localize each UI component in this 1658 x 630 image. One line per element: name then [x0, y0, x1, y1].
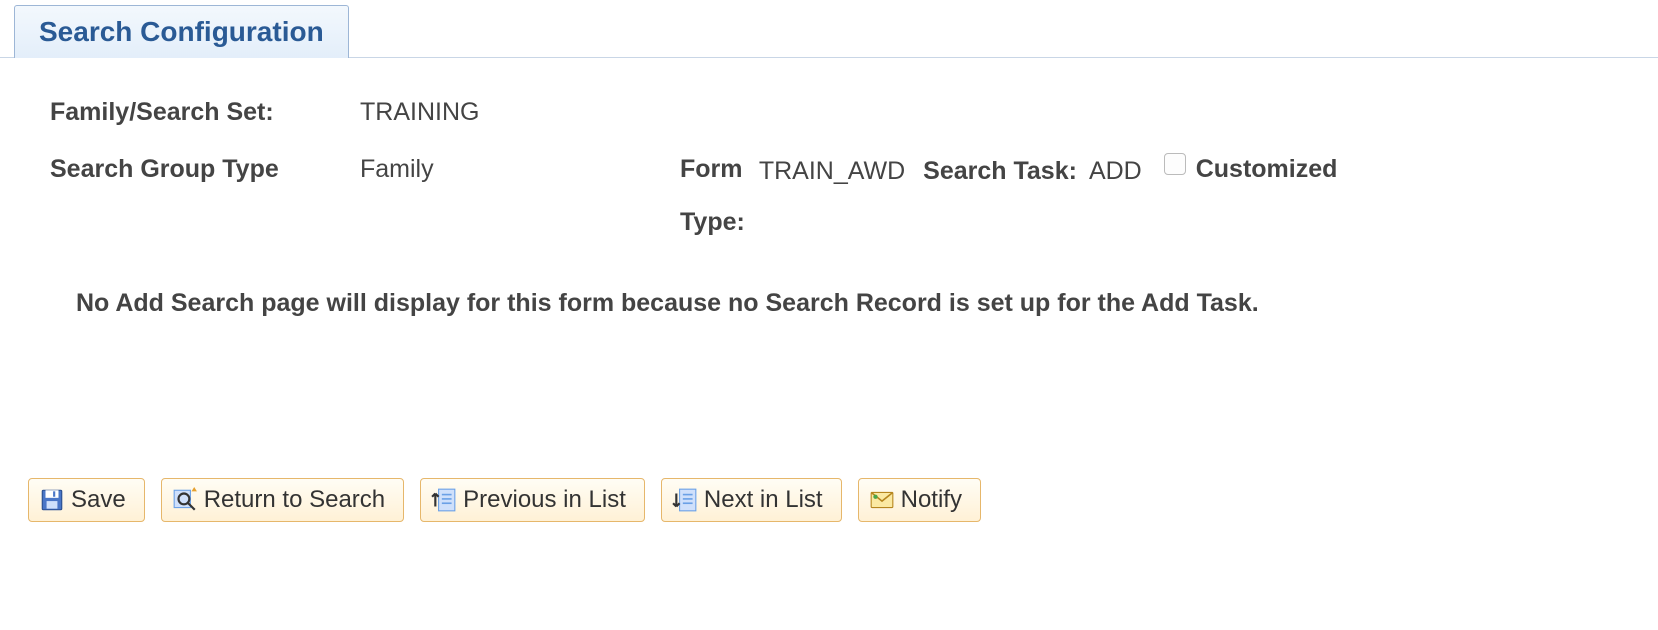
- return-to-search-button[interactable]: Return to Search: [161, 478, 404, 522]
- tab-search-configuration[interactable]: Search Configuration: [14, 5, 349, 58]
- return-to-search-label: Return to Search: [204, 486, 385, 514]
- toolbar: Save Return to Search Previous in List N…: [0, 478, 1658, 522]
- tab-row: Search Configuration: [0, 0, 1658, 58]
- search-task-value: ADD: [1089, 155, 1142, 186]
- search-icon: [172, 487, 198, 513]
- next-list-icon: [672, 487, 698, 513]
- tab-label: Search Configuration: [39, 16, 324, 47]
- previous-in-list-label: Previous in List: [463, 486, 626, 514]
- form-type-value: TRAIN_AWD: [759, 155, 905, 186]
- previous-in-list-button[interactable]: Previous in List: [420, 478, 645, 522]
- family-search-set-row: Family/Search Set: TRAINING: [50, 98, 1608, 127]
- save-button[interactable]: Save: [28, 478, 145, 522]
- family-search-set-label: Family/Search Set:: [50, 98, 360, 127]
- page-content: Family/Search Set: TRAINING Search Group…: [0, 58, 1658, 318]
- search-group-type-label: Search Group Type: [50, 155, 360, 184]
- customized-checkbox[interactable]: [1164, 153, 1186, 175]
- search-task-label: Search Task:: [923, 155, 1077, 186]
- save-button-label: Save: [71, 486, 126, 514]
- form-type-label-line1: Form: [680, 155, 745, 184]
- previous-list-icon: [431, 487, 457, 513]
- notify-label: Notify: [901, 486, 962, 514]
- notify-button[interactable]: Notify: [858, 478, 981, 522]
- notify-icon: [869, 487, 895, 513]
- form-type-block: Form Type: TRAIN_AWD: [680, 155, 905, 261]
- search-group-type-row: Search Group Type Family Form Type: TRAI…: [50, 155, 1608, 261]
- form-type-label-line2: Type:: [680, 208, 745, 237]
- family-search-set-value: TRAINING: [360, 98, 479, 127]
- info-message: No Add Search page will display for this…: [76, 289, 1608, 318]
- customized-label: Customized: [1196, 155, 1338, 184]
- next-in-list-button[interactable]: Next in List: [661, 478, 842, 522]
- save-icon: [39, 487, 65, 513]
- search-group-type-value: Family: [360, 155, 680, 184]
- next-in-list-label: Next in List: [704, 486, 823, 514]
